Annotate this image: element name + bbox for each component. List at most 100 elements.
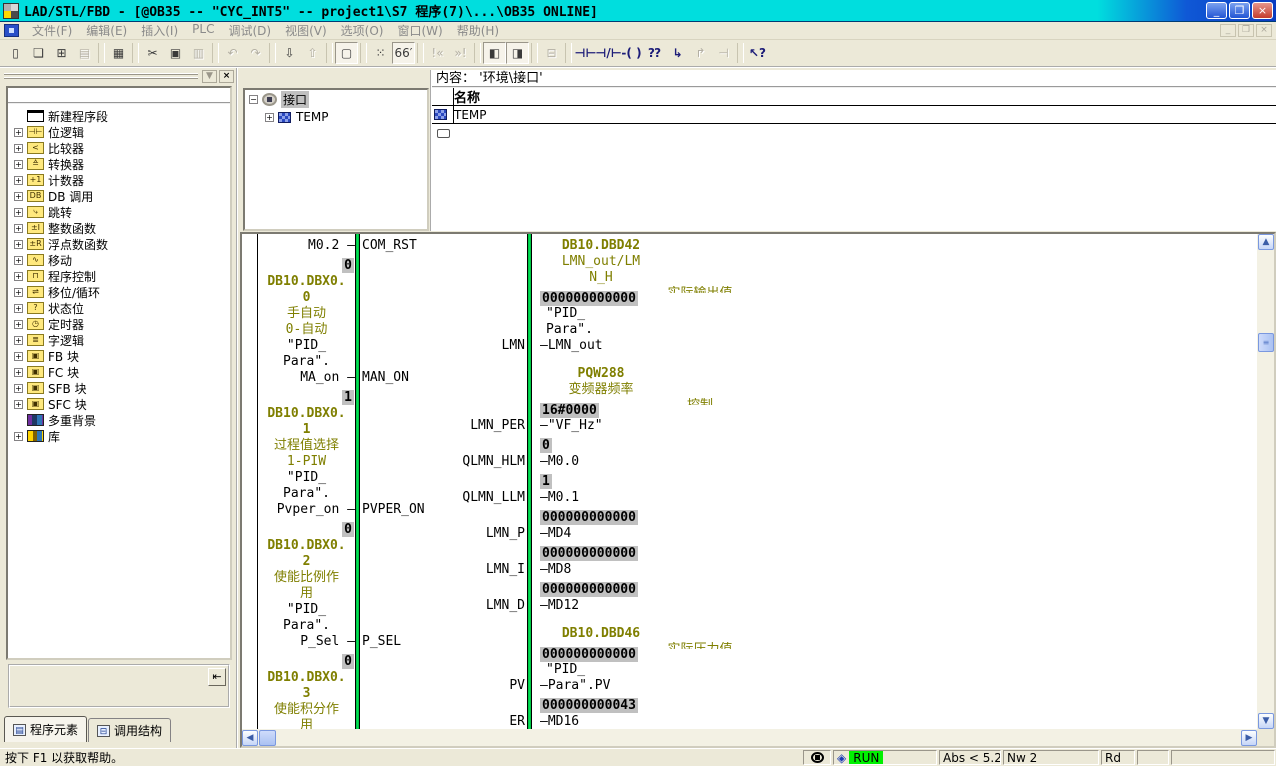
horizontal-scrollbar[interactable]: ◀ ▶ bbox=[242, 729, 1257, 746]
menu-item-debug[interactable]: 调试(D) bbox=[221, 21, 278, 40]
overview-toggle-button[interactable]: ◧ bbox=[483, 42, 506, 64]
scroll-up-button[interactable]: ▲ bbox=[1258, 234, 1274, 250]
sidebar-item-move[interactable]: +∿移动 bbox=[14, 252, 230, 268]
sidebar-grip[interactable]: ▼ × bbox=[0, 68, 236, 84]
tab-program-elements[interactable]: ▤程序元素 bbox=[4, 716, 87, 742]
open-branch-button[interactable]: ↳ bbox=[666, 42, 689, 64]
detail-collapse-button[interactable]: ⇤ bbox=[208, 668, 226, 686]
scroll-down-button[interactable]: ▼ bbox=[1258, 713, 1274, 729]
expand-box-icon[interactable]: + bbox=[14, 368, 23, 377]
expand-box-icon[interactable]: + bbox=[265, 113, 274, 122]
block-input-connection[interactable]: MA_on —MAN_ON bbox=[258, 370, 355, 386]
expand-box-icon[interactable]: + bbox=[14, 304, 23, 313]
declaration-row-temp[interactable]: TEMP bbox=[432, 106, 1276, 124]
print-button[interactable]: ▦ bbox=[107, 42, 130, 64]
document-icon[interactable] bbox=[4, 24, 19, 37]
expand-box-icon[interactable]: + bbox=[14, 192, 23, 201]
block-output-connection[interactable]: QLMN_LLM—M0.1 bbox=[441, 490, 861, 506]
expand-box-icon[interactable]: + bbox=[14, 208, 23, 217]
mdi-restore-button[interactable]: ❐ bbox=[1238, 24, 1254, 37]
block-output-connection[interactable]: ER—MD16 bbox=[441, 714, 861, 729]
sidebar-item-timers[interactable]: +◷定时器 bbox=[14, 316, 230, 332]
block-output-connection[interactable]: LMN_I—MD8 bbox=[441, 562, 861, 578]
symbol-info-button[interactable]: ⁙ bbox=[369, 42, 392, 64]
contact-nc-button[interactable]: ⊣/⊢ bbox=[597, 42, 620, 64]
expand-box-icon[interactable]: + bbox=[14, 272, 23, 281]
expand-box-icon[interactable]: + bbox=[14, 240, 23, 249]
expand-box-icon[interactable]: + bbox=[14, 352, 23, 361]
detail-view-button[interactable]: ◨ bbox=[506, 42, 529, 64]
expand-box-icon[interactable]: + bbox=[14, 288, 23, 297]
expand-box-icon[interactable]: + bbox=[14, 144, 23, 153]
minimize-button[interactable]: _ bbox=[1206, 2, 1227, 19]
sidebar-item-comparator[interactable]: +<比较器 bbox=[14, 140, 230, 156]
sidebar-item-multi-instance[interactable]: 多重背景 bbox=[14, 412, 230, 428]
block-input-connection[interactable]: P_Sel —P_SEL bbox=[258, 634, 355, 650]
sidebar-item-sfc-blocks[interactable]: +▣SFC 块 bbox=[14, 396, 230, 412]
sidebar-item-shift-rotate[interactable]: +⇌移位/循环 bbox=[14, 284, 230, 300]
interface-temp-label[interactable]: TEMP bbox=[296, 110, 329, 124]
sidebar-item-status-bits[interactable]: +?状态位 bbox=[14, 300, 230, 316]
expand-box-icon[interactable]: + bbox=[14, 256, 23, 265]
mdi-close-button[interactable]: × bbox=[1256, 24, 1272, 37]
sidebar-close-button[interactable]: × bbox=[219, 70, 234, 83]
fbd-diagram-editor[interactable]: M0.2 —COM_RST0DB10.DBX0.0手自动0-自动"PID_Par… bbox=[240, 232, 1276, 748]
sidebar-item-library[interactable]: +库 bbox=[14, 428, 230, 444]
sidebar-item-sfb-blocks[interactable]: +▣SFB 块 bbox=[14, 380, 230, 396]
expand-box-icon[interactable]: + bbox=[14, 128, 23, 137]
expand-box-icon[interactable]: + bbox=[14, 320, 23, 329]
sidebar-item-fc-blocks[interactable]: +▣FC 块 bbox=[14, 364, 230, 380]
download-button[interactable]: ⇩ bbox=[278, 42, 301, 64]
interface-root-row[interactable]: − 接口 bbox=[245, 90, 427, 108]
block-output-connection[interactable]: LMN_D—MD12 bbox=[441, 598, 861, 614]
mdi-minimize-button[interactable]: _ bbox=[1220, 24, 1236, 37]
sidebar-item-jump[interactable]: +⤷跳转 bbox=[14, 204, 230, 220]
restore-button[interactable]: ❐ bbox=[1229, 2, 1250, 19]
help-select-button[interactable]: ↖? bbox=[746, 42, 769, 64]
sidebar-item-counter[interactable]: ++1计数器 bbox=[14, 172, 230, 188]
tab-call-structure[interactable]: ⊟调用结构 bbox=[88, 718, 171, 742]
cut-button[interactable]: ✂ bbox=[141, 42, 164, 64]
sidebar-item-fb-blocks[interactable]: +▣FB 块 bbox=[14, 348, 230, 364]
sidebar-item-new-network[interactable]: 新建程序段 bbox=[14, 108, 230, 124]
vertical-scrollbar[interactable]: ▲ ≡ ▼ bbox=[1257, 234, 1274, 729]
menu-item-options[interactable]: 选项(O) bbox=[334, 21, 391, 40]
declaration-name[interactable]: TEMP bbox=[454, 108, 487, 122]
menu-item-plc[interactable]: PLC bbox=[185, 21, 221, 40]
monitor-glasses-button[interactable]: 66′ bbox=[392, 42, 415, 64]
expand-box-icon[interactable]: + bbox=[14, 336, 23, 345]
copy-button[interactable]: ▣ bbox=[164, 42, 187, 64]
sidebar-item-float-functions[interactable]: +±R浮点数函数 bbox=[14, 236, 230, 252]
empty-box-button[interactable]: ⁇ bbox=[643, 42, 666, 64]
new-button[interactable]: ▯ bbox=[4, 42, 27, 64]
menu-item-edit[interactable]: 编辑(E) bbox=[79, 21, 134, 40]
scroll-left-button[interactable]: ◀ bbox=[242, 730, 258, 746]
expand-box-icon[interactable]: + bbox=[14, 160, 23, 169]
interface-temp-row[interactable]: + TEMP bbox=[245, 108, 427, 126]
title-bar[interactable]: LAD/STL/FBD - [@OB35 -- "CYC_INT5" -- pr… bbox=[0, 0, 1276, 22]
sidebar-item-program-control[interactable]: +⊓程序控制 bbox=[14, 268, 230, 284]
sidebar-dropdown-button[interactable]: ▼ bbox=[202, 70, 217, 83]
expand-box-icon[interactable]: + bbox=[14, 400, 23, 409]
menu-item-help[interactable]: 帮助(H) bbox=[450, 21, 506, 40]
declaration-new-row[interactable] bbox=[432, 124, 1276, 142]
monitor-toggle-button[interactable]: ▢ bbox=[335, 42, 358, 64]
open-button[interactable]: ❏ bbox=[27, 42, 50, 64]
contact-no-button[interactable]: ⊣⊢ bbox=[574, 42, 597, 64]
vertical-scroll-thumb[interactable]: ≡ bbox=[1258, 333, 1274, 352]
block-output-connection[interactable]: LMN_PER—"VF_Hz" bbox=[441, 418, 861, 434]
scroll-right-button[interactable]: ▶ bbox=[1241, 730, 1257, 746]
expand-box-icon[interactable]: + bbox=[14, 384, 23, 393]
interface-root-label[interactable]: 接口 bbox=[281, 91, 309, 108]
menu-item-file[interactable]: 文件(F) bbox=[25, 21, 79, 40]
block-input-connection[interactable]: Pvper_on —PVPER_ON bbox=[258, 502, 355, 518]
horizontal-scroll-thumb[interactable] bbox=[259, 730, 276, 746]
save-as-button[interactable]: ⊞ bbox=[50, 42, 73, 64]
menu-item-view[interactable]: 视图(V) bbox=[278, 21, 334, 40]
expand-box-icon[interactable]: + bbox=[14, 176, 23, 185]
expand-box-icon[interactable]: + bbox=[14, 432, 23, 441]
sidebar-item-word-logic[interactable]: +≣字逻辑 bbox=[14, 332, 230, 348]
coil-button[interactable]: -( ) bbox=[620, 42, 643, 64]
sidebar-item-converter[interactable]: +≙转换器 bbox=[14, 156, 230, 172]
menu-item-window[interactable]: 窗口(W) bbox=[390, 21, 449, 40]
